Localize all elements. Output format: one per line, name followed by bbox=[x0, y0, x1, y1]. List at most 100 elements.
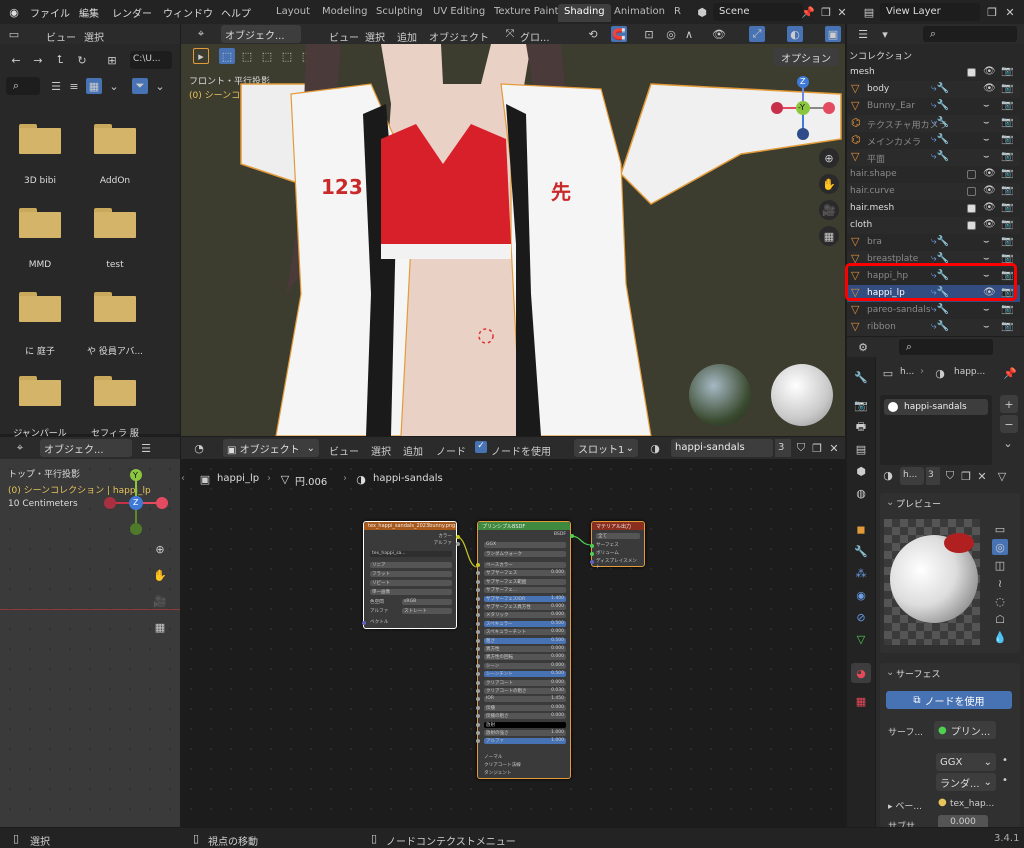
world-tab-icon[interactable]: ◍ bbox=[853, 485, 869, 501]
render-camera-icon[interactable]: 📷 bbox=[1001, 236, 1013, 247]
bsdf-input-field[interactable]: 伝播の粗さ 0.000 bbox=[476, 713, 566, 720]
outliner-row[interactable]: ⌬ メインカメラ ⤷🔧 ⌣ 📷 bbox=[847, 132, 1020, 149]
left-viewport[interactable]: トップ・平行投影 (0) シーンコレクション | happi_lp 10 Cen… bbox=[0, 459, 180, 827]
new-view-layer-icon[interactable]: ❐ bbox=[984, 4, 1000, 20]
filebrowser-menu-view[interactable]: ビュー bbox=[46, 29, 76, 44]
preview-cube-icon[interactable]: ◫ bbox=[992, 557, 1008, 573]
outliner-row[interactable]: ▽ pareo-sandals ⤷🔧 ⌣ 📷 bbox=[847, 302, 1020, 319]
viewport-menu-view[interactable]: ビュー bbox=[329, 29, 359, 44]
grid-icon[interactable]: ▦ bbox=[150, 617, 170, 637]
surface-shader-dropdown[interactable]: ● プリン... bbox=[934, 721, 996, 739]
input-socket[interactable] bbox=[476, 630, 480, 635]
preview-flat-icon[interactable]: ▭ bbox=[992, 521, 1008, 537]
eye-icon[interactable]: 👁 bbox=[983, 185, 996, 196]
input-socket[interactable] bbox=[476, 697, 480, 702]
close-icon[interactable]: ✕ bbox=[1002, 4, 1018, 20]
bsdf-input-field[interactable]: 伝播 0.000 bbox=[476, 704, 566, 711]
duplicate-icon[interactable]: ❐ bbox=[809, 440, 825, 456]
add-slot-icon[interactable]: + bbox=[1000, 395, 1018, 413]
transform-orientation-label[interactable]: グロ... bbox=[520, 29, 550, 44]
collapse-icon[interactable]: ⌄ bbox=[886, 667, 894, 678]
modifier-icon[interactable]: ⤷🔧 bbox=[931, 304, 949, 315]
render-camera-icon[interactable]: 📷 bbox=[1001, 304, 1013, 315]
outliner-row[interactable]: ▽ ribbon ⤷🔧 ⌣ 📷 bbox=[847, 319, 1020, 336]
display-mode-icon[interactable]: ▾ bbox=[877, 26, 893, 42]
preview-cloth-icon[interactable]: ☖ bbox=[992, 611, 1008, 627]
input-socket[interactable] bbox=[476, 563, 480, 567]
close-icon[interactable]: ✕ bbox=[974, 468, 990, 484]
eye-icon[interactable]: 👁 bbox=[983, 219, 996, 230]
folder-icon[interactable] bbox=[94, 124, 136, 154]
bsdf-input-field[interactable]: アルファ 1.000 bbox=[476, 738, 566, 745]
tab-layout[interactable]: Layout bbox=[270, 4, 316, 22]
tab-modeling[interactable]: Modeling bbox=[316, 4, 374, 22]
bsdf-input-field[interactable]: スペキュラーチント 0.000 bbox=[476, 629, 566, 636]
outliner-row[interactable]: hair.curve 👁 📷 bbox=[847, 183, 1020, 200]
menu-window[interactable]: ウィンドウ bbox=[163, 5, 213, 20]
use-nodes-button[interactable]: ⧉ ノードを使用 bbox=[886, 691, 1012, 709]
node-object-dropdown[interactable]: ▣ オブジェクト ⌄ bbox=[223, 439, 319, 457]
physics-tab-icon[interactable]: ◉ bbox=[853, 587, 869, 603]
bsdf-input-field[interactable]: シーンチント 0.500 bbox=[476, 671, 566, 678]
tab-more[interactable]: R bbox=[668, 4, 687, 22]
fake-user-icon[interactable]: ⛉ bbox=[942, 468, 958, 484]
render-camera-icon[interactable]: 📷 bbox=[1001, 134, 1013, 145]
object-tab-icon[interactable]: ◼ bbox=[853, 521, 869, 537]
bsdf-input-field[interactable]: サブサーフェスIOR 1.400 bbox=[476, 595, 566, 602]
input-socket[interactable] bbox=[476, 596, 480, 601]
grid-icon[interactable]: ▦ bbox=[819, 226, 839, 246]
surface-label[interactable]: サーフェス bbox=[896, 667, 940, 680]
input-socket[interactable] bbox=[476, 579, 480, 584]
input-socket[interactable] bbox=[476, 714, 480, 719]
menu-render[interactable]: レンダー bbox=[112, 5, 152, 20]
exclude-checkbox[interactable] bbox=[967, 68, 976, 77]
material-output-node[interactable]: マテリアル出力 全て サーフェス ボリューム ディスプレイスメント bbox=[590, 521, 645, 570]
gizmo-toggle-icon[interactable]: ⤢ bbox=[749, 26, 765, 42]
bsdf-input-field[interactable]: IOR 1.450 bbox=[476, 696, 566, 703]
chevron-down-icon[interactable]: ⌄ bbox=[1000, 435, 1016, 451]
output-target-dropdown[interactable]: 全て bbox=[596, 533, 640, 539]
pivot-icon[interactable]: ⟲ bbox=[585, 26, 601, 42]
bsdf-input-field[interactable]: サブサーフェス 0.000 bbox=[476, 570, 566, 577]
list-view-vertical-icon[interactable]: ☰ bbox=[48, 78, 64, 94]
principled-bsdf-node[interactable]: プリンシプルBSDF BSDF GGX ランダムウォーク ベースカラー サブサーフ… bbox=[476, 521, 574, 779]
blender-logo-icon[interactable]: ◉ bbox=[6, 4, 22, 20]
input-socket[interactable] bbox=[590, 552, 594, 556]
editor-type-icon[interactable]: ⌖ bbox=[12, 440, 28, 456]
zoom-icon[interactable]: ⊕ bbox=[819, 148, 839, 168]
material-tab-icon[interactable]: ◕ bbox=[851, 663, 871, 683]
pin-icon[interactable]: 📌 bbox=[1002, 365, 1018, 381]
color-space-value[interactable]: sRGB bbox=[402, 599, 452, 605]
back-arrow-icon[interactable]: ← bbox=[8, 52, 24, 68]
render-camera-icon[interactable]: 📷 bbox=[1001, 202, 1013, 213]
input-socket[interactable] bbox=[476, 613, 480, 618]
render-camera-icon[interactable]: 📷 bbox=[1001, 321, 1013, 332]
input-socket[interactable] bbox=[476, 722, 480, 727]
folder-label[interactable]: test bbox=[75, 260, 155, 270]
folder-icon[interactable] bbox=[19, 292, 61, 322]
new-folder-icon[interactable]: ⊞ bbox=[104, 52, 120, 68]
folder-label[interactable]: や 役員アバ... bbox=[75, 344, 155, 357]
tab-texture-paint[interactable]: Texture Paint bbox=[488, 4, 565, 22]
material-users-field[interactable]: 3 bbox=[775, 439, 791, 457]
bsdf-input-field[interactable]: サブサーフェス範囲 bbox=[476, 578, 566, 585]
viewport-menu-object[interactable]: オブジェクト bbox=[429, 29, 489, 44]
camera-icon[interactable]: 🎥 bbox=[150, 591, 170, 611]
preview-sphere-icon[interactable]: ◎ bbox=[992, 539, 1008, 555]
outliner-row[interactable]: ▽ body ⤷🔧 👁 📷 bbox=[847, 81, 1020, 98]
outliner-row[interactable]: ▽ breastplate ⤷🔧 ⌣ 📷 bbox=[847, 251, 1020, 268]
input-socket[interactable] bbox=[476, 731, 480, 735]
view-layer-tab-icon[interactable]: ▤ bbox=[853, 441, 869, 457]
pin-icon[interactable]: 📌 bbox=[800, 4, 816, 20]
tab-shading[interactable]: Shading bbox=[558, 4, 611, 22]
base-color-label[interactable]: ▸ ベー... bbox=[888, 799, 922, 812]
input-socket[interactable] bbox=[590, 544, 594, 548]
falloff-icon[interactable]: ∧ bbox=[681, 26, 697, 42]
input-socket[interactable] bbox=[590, 560, 594, 564]
forward-arrow-icon[interactable]: → bbox=[30, 52, 46, 68]
render-camera-icon[interactable]: 📷 bbox=[1001, 83, 1013, 94]
input-socket[interactable] bbox=[476, 571, 480, 576]
viewport-3d[interactable]: ▸ ⬚ ⬚ ⬚ ⬚ ⬚ オプション フロント・平行投影 (0) シーンコレクショ… bbox=[181, 44, 845, 436]
node-editor-type-icon[interactable]: ◔ bbox=[191, 440, 207, 456]
overlay-icon[interactable]: ◐ bbox=[787, 26, 803, 42]
